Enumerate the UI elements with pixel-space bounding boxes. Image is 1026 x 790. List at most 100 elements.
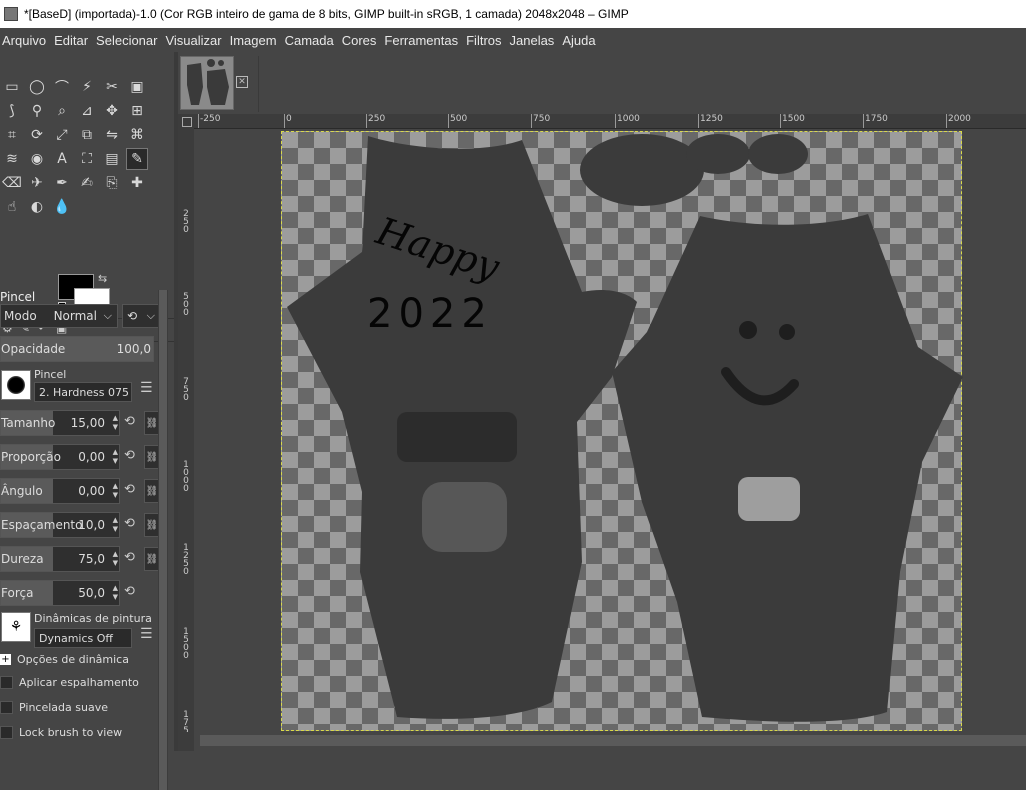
spin-arrows-icon[interactable]: ▲ ▼ bbox=[113, 550, 118, 568]
cage-icon[interactable]: ⌘ bbox=[126, 124, 148, 146]
reset-icon[interactable]: ⟲ bbox=[124, 584, 140, 600]
spin-arrows-icon[interactable]: ▲ ▼ bbox=[113, 482, 118, 500]
horizontal-ruler[interactable]: -250 0 250 500 750 1000 1250 1500 1750 2000 bbox=[194, 114, 1026, 129]
dynamics-preview[interactable]: ⚘ bbox=[1, 612, 31, 642]
mode-value: Normal bbox=[53, 309, 97, 323]
lock-brush-checkbox[interactable]: Lock brush to view bbox=[0, 726, 122, 739]
menu-filtros[interactable]: Filtros bbox=[464, 33, 505, 48]
menu-arquivo[interactable]: Arquivo bbox=[0, 33, 50, 48]
horizontal-scrollbar[interactable] bbox=[194, 732, 1026, 751]
gradient-icon[interactable]: ▤ bbox=[101, 148, 123, 170]
angle-slider[interactable]: Ângulo 0,00 ▲ ▼ bbox=[0, 478, 120, 504]
smudge-icon[interactable]: ☝ bbox=[1, 196, 23, 218]
menu-janelas[interactable]: Janelas bbox=[508, 33, 559, 48]
blur-icon[interactable]: 💧 bbox=[51, 196, 73, 218]
menu-editar[interactable]: Editar bbox=[52, 33, 92, 48]
ruler-tick-label: 0 bbox=[284, 114, 292, 128]
hardness-slider[interactable]: Dureza 75,0 ▲ ▼ bbox=[0, 546, 120, 572]
dynamics-label: Dinâmicas de pintura bbox=[34, 612, 152, 625]
mode-reset-combo[interactable]: ⟲ ⌵ bbox=[122, 304, 160, 328]
crop-icon[interactable]: ⌗ bbox=[1, 124, 23, 146]
opacity-slider[interactable]: Opacidade 100,0 bbox=[0, 336, 154, 362]
menu-ajuda[interactable]: Ajuda bbox=[560, 33, 599, 48]
free-select-icon[interactable]: ⌒ bbox=[51, 76, 73, 98]
paths-icon[interactable]: ⟆ bbox=[1, 100, 23, 122]
move-icon[interactable]: ✥ bbox=[101, 100, 123, 122]
fuzzy-select-icon[interactable]: ⚡ bbox=[76, 76, 98, 98]
rotate-icon[interactable]: ⟳ bbox=[26, 124, 48, 146]
edit-dynamics-icon[interactable]: ☰ bbox=[140, 626, 153, 642]
tab-separator bbox=[258, 56, 259, 112]
heal-icon[interactable]: ✚ bbox=[126, 172, 148, 194]
zoom-icon[interactable]: ⌕ bbox=[51, 100, 73, 122]
align-icon[interactable]: ⊞ bbox=[126, 100, 148, 122]
foreground-select-icon[interactable]: ▣ bbox=[126, 76, 148, 98]
dark-smudge bbox=[397, 412, 517, 462]
navigate-corner[interactable] bbox=[178, 732, 194, 751]
menu-imagem[interactable]: Imagem bbox=[228, 33, 281, 48]
scale-icon[interactable]: ⤢ bbox=[51, 124, 73, 146]
brush-preview[interactable] bbox=[1, 370, 31, 400]
checkbox-box bbox=[0, 676, 13, 689]
dynamics-options-expander[interactable]: + Opções de dinâmica bbox=[0, 653, 129, 666]
aspect-ratio-slider[interactable]: Proporção 0,00 ▲ ▼ bbox=[0, 444, 120, 470]
reset-icon[interactable]: ⟲ bbox=[124, 550, 140, 566]
scrollbar-thumb[interactable] bbox=[159, 290, 167, 790]
brush-name-field[interactable]: 2. Hardness 075 bbox=[34, 382, 132, 402]
menu-camada[interactable]: Camada bbox=[283, 33, 338, 48]
menu-ferramentas[interactable]: Ferramentas bbox=[382, 33, 462, 48]
tool-options-scrollbar[interactable] bbox=[158, 290, 168, 790]
flip-icon[interactable]: ⇋ bbox=[101, 124, 123, 146]
reset-icon[interactable]: ⟲ bbox=[124, 414, 140, 430]
paintbrush-icon[interactable]: ✎ bbox=[126, 148, 148, 170]
measure-icon[interactable]: ⊿ bbox=[76, 100, 98, 122]
shear-icon[interactable]: ⧉ bbox=[76, 124, 98, 146]
ink-icon[interactable]: ✒ bbox=[51, 172, 73, 194]
smooth-stroke-checkbox[interactable]: Pincelada suave bbox=[0, 701, 108, 714]
spin-arrows-icon[interactable]: ▲ ▼ bbox=[113, 584, 118, 602]
warp-icon[interactable]: ≋ bbox=[1, 148, 23, 170]
light-patch bbox=[738, 477, 800, 521]
menu-visualizar[interactable]: Visualizar bbox=[163, 33, 225, 48]
apply-jitter-checkbox[interactable]: Aplicar espalhamento bbox=[0, 676, 139, 689]
spin-arrows-icon[interactable]: ▲ ▼ bbox=[113, 448, 118, 466]
mypaint-brush-icon[interactable]: ✍ bbox=[76, 172, 98, 194]
lock-brush-label: Lock brush to view bbox=[19, 726, 123, 739]
angle-value: 0,00 bbox=[78, 484, 105, 498]
bucket-fill-icon[interactable]: ⛶ bbox=[76, 148, 98, 170]
quick-mask-toggle[interactable] bbox=[178, 114, 195, 129]
menu-selecionar[interactable]: Selecionar bbox=[94, 33, 161, 48]
menu-cores[interactable]: Cores bbox=[340, 33, 381, 48]
reset-icon: ⟲ bbox=[127, 309, 138, 323]
scissors-icon[interactable]: ✂ bbox=[101, 76, 123, 98]
canvas-area[interactable]: Happy 2022 bbox=[194, 129, 1026, 732]
mode-combo[interactable]: Modo Normal ⌵ bbox=[0, 304, 118, 328]
text-icon[interactable]: A bbox=[51, 148, 73, 170]
spin-arrows-icon[interactable]: ▲ ▼ bbox=[113, 414, 118, 432]
light-smudge bbox=[422, 482, 507, 552]
spin-arrows-icon[interactable]: ▲ ▼ bbox=[113, 516, 118, 534]
right-sleeve-shape bbox=[612, 214, 963, 722]
spacing-slider[interactable]: Espaçamento 10,0 ▲ ▼ bbox=[0, 512, 120, 538]
dynamics-field[interactable]: Dynamics Off bbox=[34, 628, 132, 648]
image-tab-thumbnail[interactable] bbox=[180, 56, 234, 110]
rect-select-icon[interactable]: ▭ bbox=[1, 76, 23, 98]
swap-colors-icon[interactable]: ⇆ bbox=[98, 272, 107, 285]
reset-icon[interactable]: ⟲ bbox=[124, 448, 140, 464]
image-canvas[interactable]: Happy 2022 bbox=[281, 131, 963, 731]
color-picker-icon[interactable]: ⚲ bbox=[26, 100, 48, 122]
edit-brush-icon[interactable]: ☰ bbox=[140, 380, 153, 396]
close-tab-icon[interactable]: ✕ bbox=[236, 76, 248, 88]
ellipse-select-icon[interactable]: ◯ bbox=[26, 76, 48, 98]
scrollbar-thumb[interactable] bbox=[200, 735, 1026, 746]
size-slider[interactable]: Tamanho 15,00 ▲ ▼ bbox=[0, 410, 120, 436]
reset-icon[interactable]: ⟲ bbox=[124, 482, 140, 498]
clone-icon[interactable]: ⎘ bbox=[101, 172, 123, 194]
dodge-burn-icon[interactable]: ◐ bbox=[26, 196, 48, 218]
airbrush-icon[interactable]: ✈ bbox=[26, 172, 48, 194]
vertical-ruler[interactable]: 2505007501000125015001750 bbox=[178, 128, 195, 744]
handle-transform-icon[interactable]: ◉ bbox=[26, 148, 48, 170]
force-slider[interactable]: Força 50,0 ▲ ▼ bbox=[0, 580, 120, 606]
eraser-icon[interactable]: ⌫ bbox=[1, 172, 23, 194]
reset-icon[interactable]: ⟲ bbox=[124, 516, 140, 532]
